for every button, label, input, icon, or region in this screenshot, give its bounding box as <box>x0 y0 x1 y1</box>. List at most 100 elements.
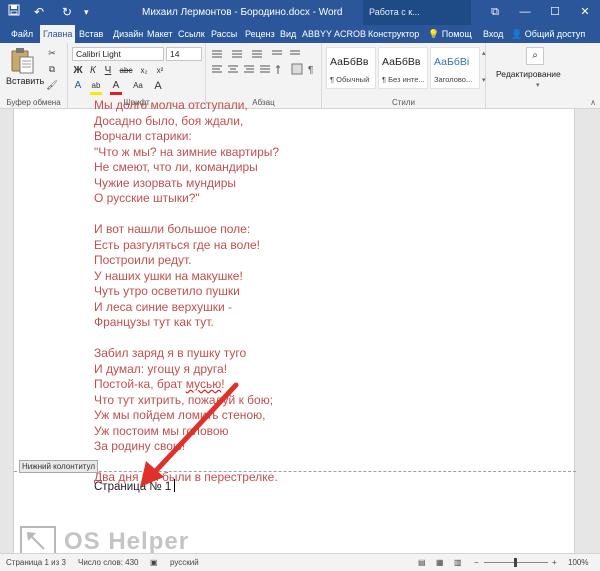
save-icon[interactable] <box>8 4 20 20</box>
share-button[interactable]: 👤 Общий доступ <box>508 25 588 43</box>
poem-line: Есть разгуляться где на воле! <box>94 237 261 252</box>
style-name: ¶ Обычный <box>330 75 370 84</box>
style-normal[interactable]: АаБбВв ¶ Обычный <box>326 47 376 89</box>
find-icon[interactable]: ⌕ <box>526 47 544 65</box>
zoom-out-icon[interactable]: − <box>474 558 479 567</box>
lightbulb-icon: 💡 <box>428 29 440 39</box>
ribbon-display-options-icon[interactable]: ⧉ <box>480 0 510 25</box>
clipboard-group-label: Буфер обмена <box>6 98 61 107</box>
share-label: Общий доступ <box>524 29 586 39</box>
web-layout-icon[interactable]: ▥ <box>454 558 462 567</box>
strikethrough-button[interactable]: abc <box>118 65 134 77</box>
poem-line: И леса синие верхушки - <box>94 299 233 314</box>
proofing-icon[interactable]: ▣ <box>150 558 158 567</box>
minimize-button[interactable]: — <box>510 0 540 25</box>
page-count-status[interactable]: Страница 1 из 3 <box>6 558 66 567</box>
poem-line: И вот нашли большое поле: <box>94 222 251 236</box>
tab-review[interactable]: Реценз <box>242 25 278 43</box>
tab-view[interactable]: Вид <box>277 25 299 43</box>
poem-line: И думал: угощу я друга! <box>94 361 228 376</box>
cut-icon[interactable]: ✂ <box>46 48 58 59</box>
poem-line: Мы долго молча отступали, <box>94 98 248 112</box>
document-area: Мы долго молча отступали, Досадно было, б… <box>0 98 600 560</box>
tab-header-footer-design[interactable]: Конструктор <box>365 25 422 43</box>
tell-me-search[interactable]: 💡 Помощ <box>425 25 475 43</box>
style-sample: АаБбВі <box>434 56 470 68</box>
font-size-combo[interactable]: 14 <box>166 47 202 61</box>
style-heading-1[interactable]: АаБбВі Заголово... <box>430 47 480 89</box>
tell-me-label: Помощ <box>441 29 472 39</box>
poem-line: О русские штыки?" <box>94 191 200 205</box>
underline-button[interactable]: Ч <box>102 65 114 77</box>
svg-text:¶: ¶ <box>308 65 313 76</box>
grow-font-button[interactable]: A <box>152 80 164 92</box>
zoom-slider-thumb[interactable] <box>514 558 517 567</box>
redo-icon[interactable]: ↻ <box>62 4 72 20</box>
text-effects-button[interactable]: A <box>72 80 84 92</box>
editing-group: ⌕ Редактирование ▾ ∧ <box>486 43 600 109</box>
poem-line: Чуть утро осветило пушки <box>94 284 240 298</box>
language-status[interactable]: русский <box>170 558 199 567</box>
tab-layout[interactable]: Макет <box>144 25 175 43</box>
tab-design[interactable]: Дизайн <box>110 25 146 43</box>
tab-file[interactable]: Файл <box>8 25 36 43</box>
customize-quick-access-icon[interactable]: ▾ <box>84 4 89 20</box>
collapse-ribbon-icon[interactable]: ∧ <box>590 98 596 107</box>
zoom-level[interactable]: 100% <box>568 558 588 567</box>
paragraph-controls[interactable]: ¶ <box>210 48 318 92</box>
poem-line: Не смеют, что ли, командиры <box>94 160 258 174</box>
chevron-down-icon: ▾ <box>536 82 540 89</box>
style-name: ¶ Без инте... <box>382 75 425 84</box>
undo-icon[interactable]: ↶ <box>34 4 44 20</box>
style-no-spacing[interactable]: АаБбВв ¶ Без инте... <box>378 47 428 89</box>
format-painter-icon[interactable]: 🖌 <box>46 80 58 91</box>
subscript-button[interactable]: x₂ <box>138 65 150 77</box>
tab-abbyy[interactable]: ABBYY <box>299 25 335 43</box>
font-color-button[interactable]: A <box>110 80 122 95</box>
editing-button[interactable]: Редактирование <box>496 69 561 79</box>
font-name-combo[interactable]: Calibri Light <box>72 47 164 61</box>
maximize-button[interactable]: ☐ <box>540 0 570 25</box>
footer-separator <box>14 471 576 472</box>
paste-icon[interactable] <box>10 47 36 75</box>
window-title: Михаил Лермонтов - Бородино.docx - Word <box>142 7 343 18</box>
status-bar: Страница 1 из 3 Число слов: 430 ▣ русски… <box>0 553 600 571</box>
copy-icon[interactable]: ⧉ <box>46 64 58 75</box>
italic-button[interactable]: К <box>87 65 99 77</box>
poem-line: Французы тут как тут. <box>94 315 214 329</box>
style-name: Заголово... <box>434 75 473 84</box>
close-button[interactable]: ✕ <box>570 0 600 25</box>
poem-line: У наших ушки на макушке! <box>94 268 243 283</box>
document-page[interactable]: Мы долго молча отступали, Досадно было, б… <box>13 98 576 553</box>
clipboard-group: Вставить ✂ ⧉ 🖌 Буфер обмена <box>0 43 68 109</box>
styles-more-icon[interactable]: ▾ <box>482 76 486 84</box>
tab-references[interactable]: Ссылк <box>175 25 208 43</box>
bold-button[interactable]: Ж <box>72 65 84 77</box>
print-layout-icon[interactable]: ▦ <box>436 558 444 567</box>
word-count-status[interactable]: Число слов: 430 <box>78 558 138 567</box>
person-icon: 👤 <box>511 29 523 39</box>
style-sample: АаБбВв <box>382 56 421 68</box>
read-mode-icon[interactable]: ▤ <box>418 558 426 567</box>
sign-in-link[interactable]: Вход <box>480 25 506 43</box>
change-case-button[interactable]: Aa <box>130 80 146 92</box>
style-sample: АаБбВв <box>330 56 369 68</box>
tab-mailings[interactable]: Рассы <box>208 25 240 43</box>
footer-label: Нижний колонтитул <box>19 460 99 473</box>
superscript-button[interactable]: x² <box>154 65 166 77</box>
poem-line: Построили редут. <box>94 253 192 267</box>
contextual-tab-group: Работа с к... <box>363 0 471 25</box>
highlight-button[interactable]: ab <box>90 80 102 95</box>
tab-home[interactable]: Главна <box>40 25 76 43</box>
styles-scroll-icon[interactable]: ▴ <box>482 49 486 57</box>
zoom-in-icon[interactable]: + <box>552 558 557 567</box>
tab-acrobat[interactable]: ACROB <box>331 25 369 43</box>
poem-line: Чужие изорвать мундиры <box>94 175 237 190</box>
ribbon-tabs: Файл Главна Встав Дизайн Макет Ссылк Рас… <box>0 25 600 43</box>
paste-button[interactable]: Вставить <box>6 76 44 86</box>
watermark-text: OS Helper <box>64 528 190 555</box>
tab-insert[interactable]: Встав <box>76 25 106 43</box>
title-bar: ↶ ↻ ▾ Михаил Лермонтов - Бородино.docx -… <box>0 0 600 25</box>
